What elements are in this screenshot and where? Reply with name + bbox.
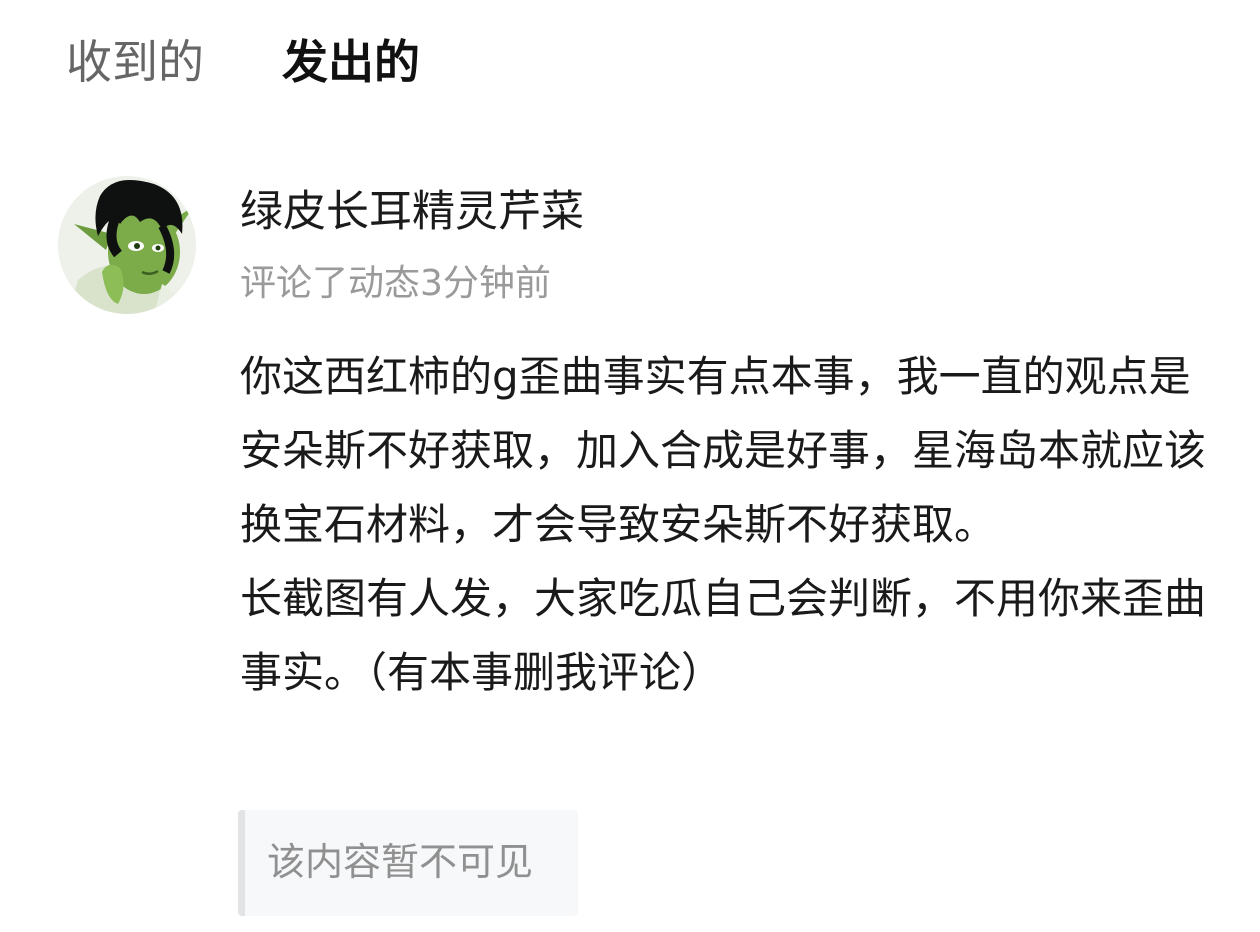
username[interactable]: 绿皮长耳精灵芹菜 [240,182,584,242]
quoted-post[interactable]: 该内容暂不可见 [238,810,578,916]
comment-meta: 评论了动态3分钟前 [240,263,551,304]
user-avatar-icon [58,176,196,314]
tab-bar: 收到的 发出的 [66,30,420,100]
tab-received[interactable]: 收到的 [66,30,210,94]
comment-text: 你这西红柿的g歪曲事实有点本事，我一直的观点是安朵斯不好获取，加入合成是好事，星… [240,352,1207,697]
tab-sent[interactable]: 发出的 [282,30,420,94]
quoted-post-text: 该内容暂不可见 [267,840,534,884]
avatar[interactable] [58,176,196,314]
tab-sent-label: 发出的 [282,35,420,89]
